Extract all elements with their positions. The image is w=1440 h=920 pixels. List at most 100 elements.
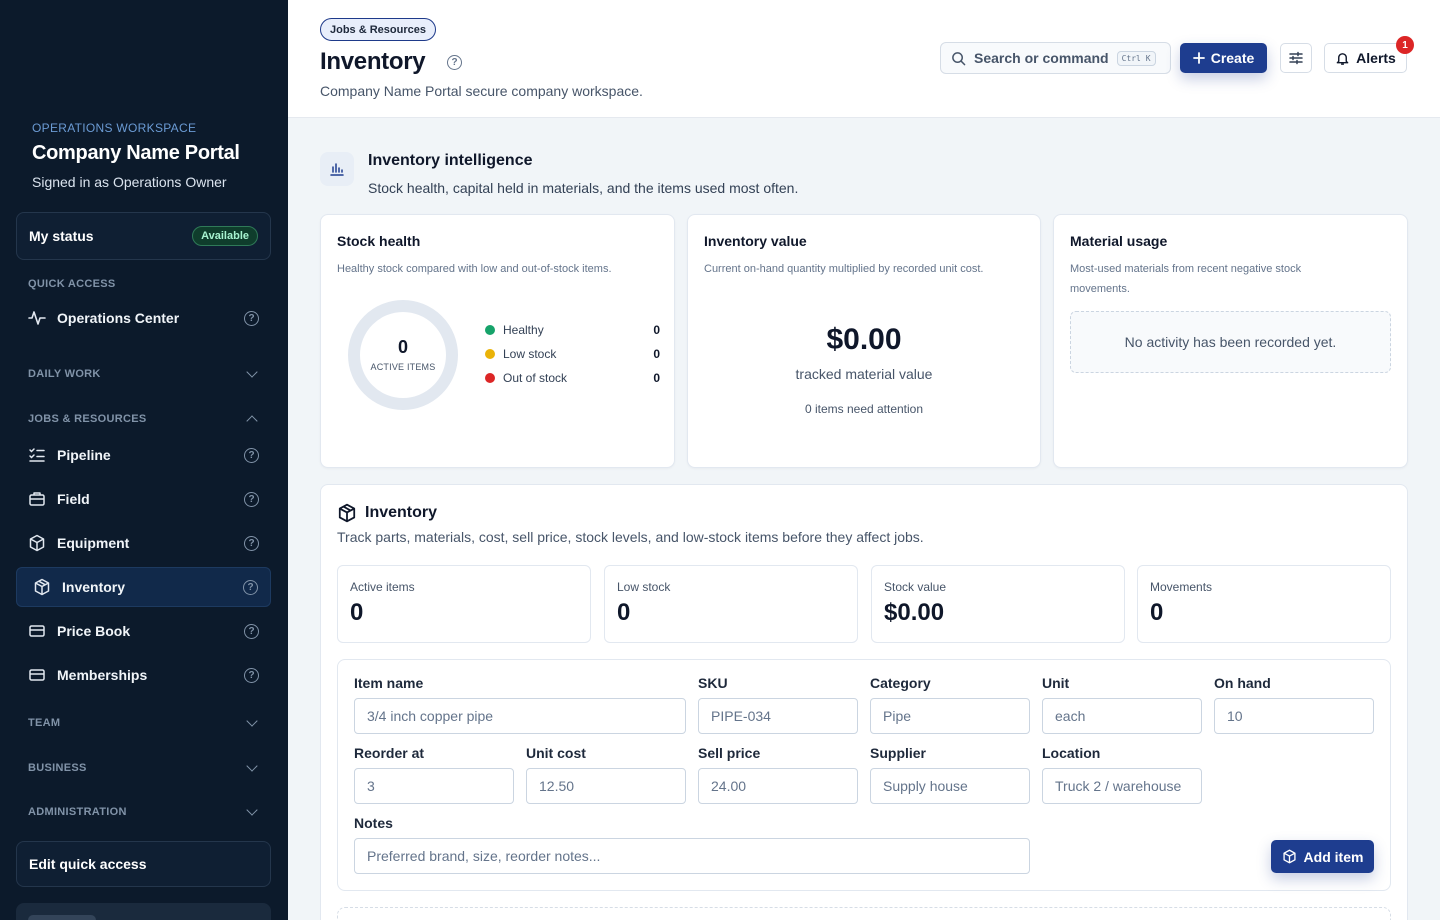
item-name-label: Item name [354, 675, 424, 691]
help-icon[interactable]: ? [243, 579, 258, 595]
stat-stock-value: Stock value $0.00 [871, 565, 1125, 643]
sidebar-item-pipeline[interactable]: Pipeline ? [16, 435, 271, 475]
sku-label: SKU [698, 675, 728, 691]
intelligence-title: Inventory intelligence [368, 152, 533, 169]
stat-value: 0 [617, 599, 631, 626]
add-item-form: Item name SKU Category Unit On hand Reor… [337, 659, 1391, 891]
location-label: Location [1042, 745, 1101, 761]
section-team[interactable]: TEAM [28, 715, 260, 729]
card-title: Inventory value [704, 233, 807, 249]
sidebar-item-label: Equipment [57, 535, 130, 551]
sidebar-item-equipment[interactable]: Equipment ? [16, 523, 271, 563]
sidebar-item-memberships[interactable]: Memberships ? [16, 655, 271, 695]
section-business[interactable]: BUSINESS [28, 760, 260, 774]
chevron-down-icon [246, 804, 258, 816]
on-hand-label: On hand [1214, 675, 1271, 691]
reorder-at-input[interactable] [354, 768, 514, 804]
section-daily-work-label: DAILY WORK [28, 368, 101, 380]
bell-icon [1336, 52, 1349, 65]
inventory-value-amount: $0.00 [826, 323, 902, 356]
sidebar-item-label: Field [57, 491, 90, 507]
help-icon[interactable]: ? [244, 623, 259, 639]
section-daily-work[interactable]: DAILY WORK [28, 366, 260, 380]
on-hand-input[interactable] [1214, 698, 1374, 734]
create-button[interactable]: Create [1180, 43, 1267, 73]
supplier-input[interactable] [870, 768, 1030, 804]
legend-name: Out of stock [503, 371, 568, 385]
supplier-label: Supplier [870, 745, 927, 761]
help-icon[interactable]: ? [447, 55, 462, 70]
location-input[interactable] [1042, 768, 1202, 804]
section-jobs-resources[interactable]: JOBS & RESOURCES [28, 413, 260, 427]
help-icon[interactable]: ? [244, 310, 259, 326]
stat-label: Low stock [617, 580, 671, 594]
package-icon [33, 578, 51, 596]
add-item-button[interactable]: Add item [1271, 840, 1374, 873]
filter-settings-button[interactable] [1280, 43, 1312, 73]
legend-name: Healthy [503, 323, 544, 337]
my-status-label: My status [29, 228, 94, 244]
sidebar-item-operations-center[interactable]: Operations Center ? [16, 298, 271, 338]
chevron-down-icon [246, 715, 258, 727]
breadcrumb[interactable]: Jobs & Resources [320, 18, 436, 41]
workspace-title: Company Name Portal [32, 142, 240, 164]
help-icon[interactable]: ? [244, 491, 259, 507]
legend-value: 0 [653, 347, 660, 361]
sell-price-input[interactable] [698, 768, 858, 804]
signed-in-text: Signed in as Operations Owner [32, 174, 227, 190]
chevron-up-icon [246, 415, 258, 427]
section-jobs-resources-label: JOBS & RESOURCES [28, 413, 147, 425]
unit-cost-input[interactable] [526, 768, 686, 804]
plus-icon [1192, 52, 1205, 64]
notes-input[interactable] [354, 838, 1030, 874]
help-icon[interactable]: ? [244, 667, 259, 683]
section-team-label: TEAM [28, 717, 61, 729]
legend-item-low-stock: Low stock 0 [485, 347, 660, 361]
legend-dot [485, 325, 495, 335]
stat-low-stock: Low stock 0 [604, 565, 858, 643]
category-label: Category [870, 675, 931, 691]
alerts-count-badge: 1 [1396, 36, 1414, 54]
sidebar-item-inventory[interactable]: Inventory ? [16, 567, 271, 607]
sidebar-item-label: Operations Center [57, 310, 180, 326]
stat-value: 0 [1150, 599, 1164, 626]
unit-cost-label: Unit cost [526, 745, 586, 761]
status-badge: Available [192, 226, 258, 246]
active-items-count: 0 [397, 337, 408, 357]
sidebar-item-price-book[interactable]: Price Book ? [16, 611, 271, 651]
category-input[interactable] [870, 698, 1030, 734]
activity-icon [28, 309, 46, 327]
search-command-button[interactable]: Search or command Ctrl K [940, 42, 1171, 74]
inventory-list-container [337, 907, 1391, 920]
stat-movements: Movements 0 [1137, 565, 1391, 643]
unit-label: Unit [1042, 675, 1070, 691]
help-icon[interactable]: ? [244, 447, 259, 463]
stock-health-card: Stock health Healthy stock compared with… [320, 214, 675, 468]
unit-input[interactable] [1042, 698, 1202, 734]
package-icon [338, 503, 356, 523]
material-usage-card: Material usage Most-used materials from … [1053, 214, 1408, 468]
empty-state: No activity has been recorded yet. [1070, 311, 1391, 373]
section-quick-access: QUICK ACCESS [28, 278, 260, 290]
my-status-button[interactable]: My status Available [16, 212, 271, 260]
section-administration[interactable]: ADMINISTRATION [28, 804, 260, 818]
inventory-value-caption: tracked material value [795, 366, 933, 382]
legend-dot [485, 349, 495, 359]
inventory-section-subtitle: Track parts, materials, cost, sell price… [337, 529, 924, 545]
section-administration-label: ADMINISTRATION [28, 806, 127, 818]
inventory-section-title: Inventory [365, 504, 438, 521]
sidebar-item-field[interactable]: Field ? [16, 479, 271, 519]
sidebar-item-label: Memberships [57, 667, 148, 683]
card-subtitle: Healthy stock compared with low and out-… [337, 263, 612, 275]
sku-input[interactable] [698, 698, 858, 734]
card-icon [28, 666, 46, 684]
legend-item-healthy: Healthy 0 [485, 323, 660, 337]
alerts-button[interactable]: Alerts [1324, 43, 1407, 73]
alerts-label: Alerts [1356, 50, 1396, 66]
help-icon[interactable]: ? [244, 535, 259, 551]
section-business-label: BUSINESS [28, 762, 87, 774]
inventory-value-card: Inventory value Current on-hand quantity… [687, 214, 1041, 468]
edit-quick-access-button[interactable]: Edit quick access [16, 841, 271, 887]
page-title: Inventory [320, 48, 426, 75]
item-name-input[interactable] [354, 698, 686, 734]
